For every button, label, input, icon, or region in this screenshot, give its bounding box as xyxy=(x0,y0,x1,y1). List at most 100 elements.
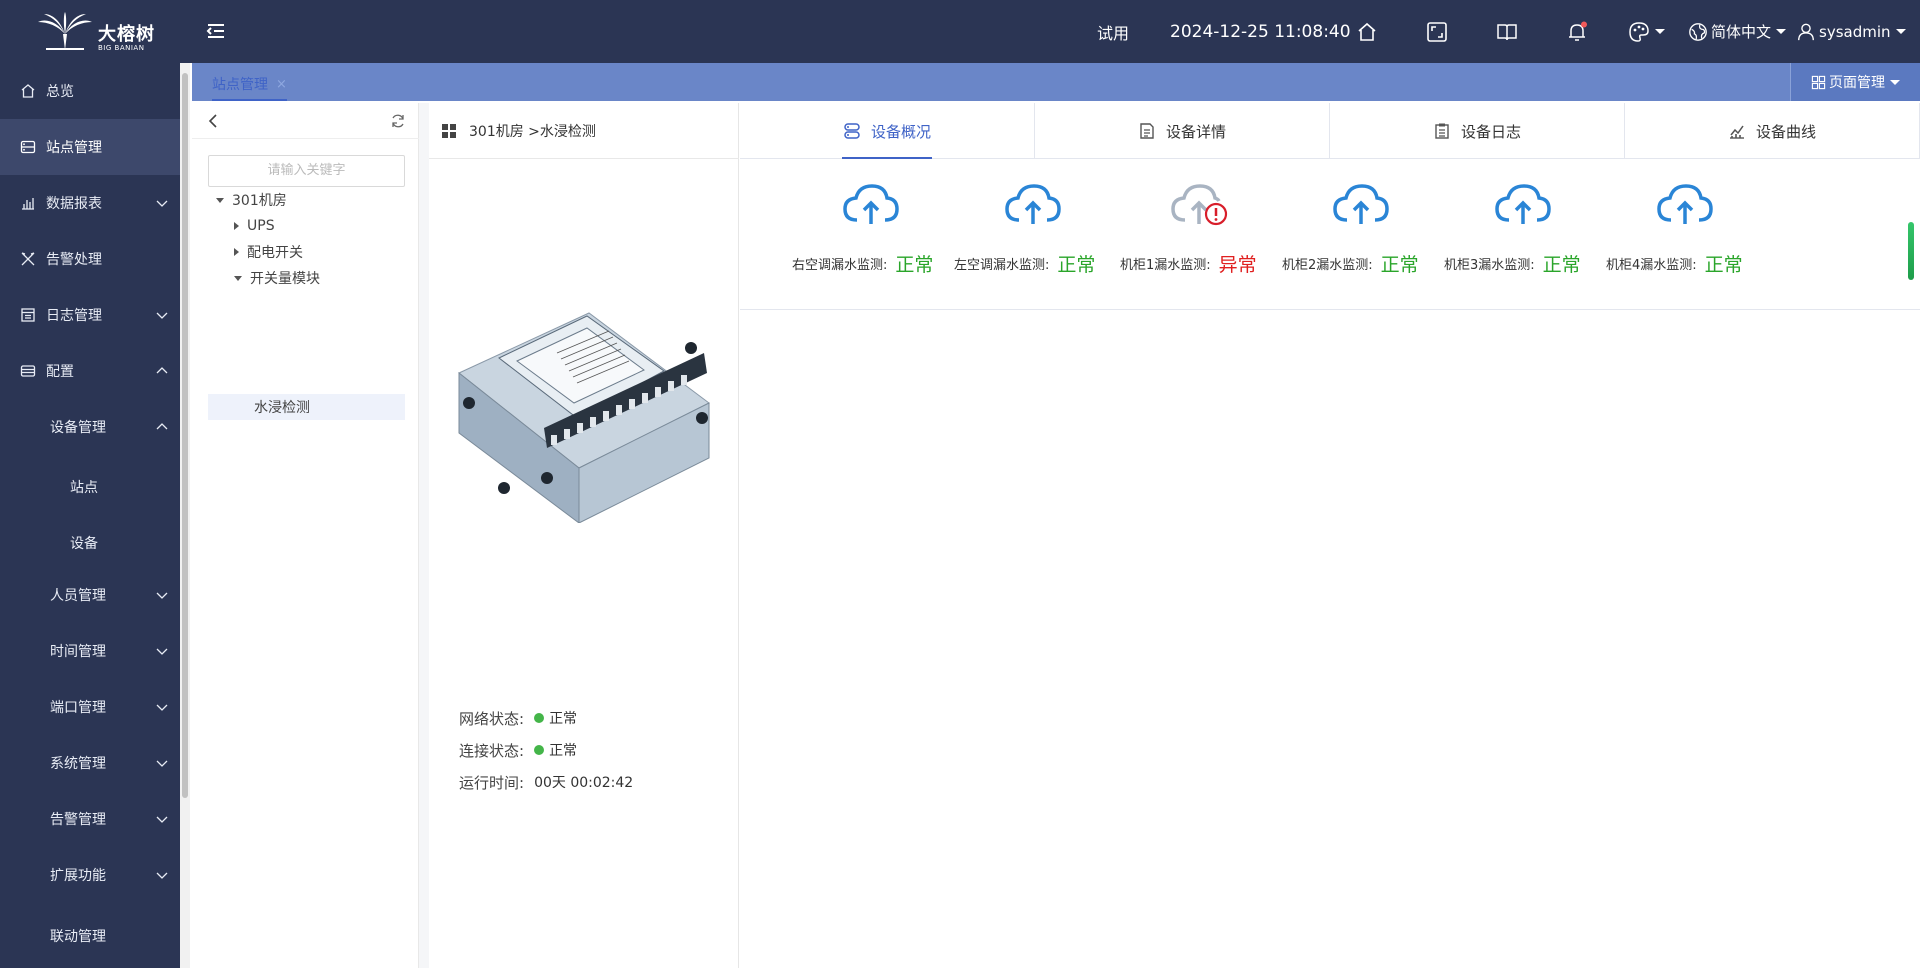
io-module-device-image xyxy=(458,312,710,523)
tree-header xyxy=(192,103,419,139)
theme-button[interactable] xyxy=(1628,0,1665,63)
chevron-down-icon xyxy=(156,760,168,767)
sensor-label: 左空调漏水监测: xyxy=(954,258,1050,273)
cloud-alert-icon xyxy=(1171,184,1228,226)
tab-device-log[interactable]: 设备日志 xyxy=(1330,103,1625,159)
uptime-label: 运行时间: xyxy=(459,773,525,792)
sidebar-item-label: 设备 xyxy=(70,536,98,552)
bell-icon xyxy=(1569,21,1587,41)
tab-device-curve[interactable]: 设备曲线 xyxy=(1625,103,1920,159)
caret-down-icon xyxy=(1776,29,1787,34)
sidebar-item-label: 系统管理 xyxy=(50,756,106,772)
username: sysadmin xyxy=(1819,22,1891,41)
sidebar-item-device-management[interactable]: 设备管理 xyxy=(0,399,180,455)
manual-button[interactable] xyxy=(1496,0,1518,63)
sensor-cabinet4-leak: 机柜4漏水监测: 正常 xyxy=(1606,182,1768,292)
sensor-cabinet2-leak: 机柜2漏水监测: 正常 xyxy=(1282,182,1444,292)
sidebar-item-reports[interactable]: 数据报表 xyxy=(0,175,180,231)
tree-node-ups[interactable]: UPS xyxy=(234,214,275,238)
chevron-down-icon xyxy=(156,872,168,879)
fullscreen-button[interactable] xyxy=(1426,0,1448,63)
sidebar-item-config[interactable]: 配置 xyxy=(0,343,180,399)
home-icon xyxy=(1358,22,1376,41)
caret-down-icon xyxy=(1895,29,1906,34)
tab-label: 设备概况 xyxy=(870,122,931,141)
grid-icon xyxy=(1811,75,1826,89)
trial-label: 试用 xyxy=(1097,23,1130,43)
tree-node-switch-module[interactable]: 开关量模块 xyxy=(234,266,320,290)
tab-device-overview[interactable]: 设备概况 xyxy=(740,103,1035,159)
tree-search-input[interactable]: 请输入关键字 xyxy=(208,155,405,187)
sensor-value: 正常 xyxy=(895,254,934,276)
caret-down-icon[interactable] xyxy=(234,275,242,281)
home-button[interactable] xyxy=(1356,0,1378,63)
sensor-value: 异常 xyxy=(1218,254,1257,276)
sidebar-scrollbar[interactable] xyxy=(180,63,190,968)
palm-logo-icon xyxy=(38,12,92,50)
sidebar: 总览 站点管理 数据报表 告警处理 日志管理 配置 设备管理 站点 设备 人员管… xyxy=(0,63,180,968)
top-bar: 大榕树 BIG BANIAN 试用 2024-12-25 11:08:40 简体… xyxy=(0,0,1920,63)
sensor-value: 正常 xyxy=(1704,254,1743,276)
sidebar-item-site-management[interactable]: 站点管理 xyxy=(0,119,180,175)
tab-site-management[interactable]: 站点管理 × xyxy=(212,69,287,101)
page-manage-button[interactable]: 页面管理 xyxy=(1790,63,1920,101)
sidebar-item-logs[interactable]: 日志管理 xyxy=(0,287,180,343)
caret-right-icon[interactable] xyxy=(234,222,239,230)
chevron-up-icon xyxy=(156,423,168,430)
scrollbar-thumb[interactable] xyxy=(182,73,188,798)
tree-node-water-detection[interactable]: 水浸检测 xyxy=(254,395,310,419)
sidebar-item-label: 扩展功能 xyxy=(50,868,106,884)
sidebar-item-system[interactable]: 系统管理 xyxy=(0,735,180,791)
content-scrollbar-thumb[interactable] xyxy=(1908,222,1914,280)
sidebar-item-label: 配置 xyxy=(46,364,74,380)
tab-label: 设备日志 xyxy=(1460,122,1521,141)
sidebar-item-alarm-handling[interactable]: 告警处理 xyxy=(0,231,180,287)
sensor-label: 机柜2漏水监测: xyxy=(1282,258,1373,273)
chevron-down-icon xyxy=(156,592,168,599)
server-icon xyxy=(20,140,36,154)
panel-divider xyxy=(419,103,429,968)
sidebar-item-device[interactable]: 设备 xyxy=(0,515,180,571)
tree-node-power-switch[interactable]: 配电开关 xyxy=(234,240,303,264)
brand-sub: BIG BANIAN xyxy=(98,44,145,52)
chevron-left-icon[interactable] xyxy=(206,113,220,129)
sidebar-item-label: 时间管理 xyxy=(50,644,106,660)
cloud-upload-icon xyxy=(1495,184,1551,224)
cloud-upload-icon xyxy=(843,184,899,224)
sidebar-item-personnel[interactable]: 人员管理 xyxy=(0,567,180,623)
tree-node-301-room[interactable]: 301机房 xyxy=(216,188,287,212)
device-info-panel: 301机房 >水浸检测 网络状态: 正常 连接状态: 正常 运行时间: 00天 … xyxy=(429,103,739,968)
breadcrumb: 301机房 >水浸检测 xyxy=(469,123,596,140)
sidebar-item-alarm-management[interactable]: 告警管理 xyxy=(0,791,180,847)
caret-down-icon[interactable] xyxy=(216,197,224,203)
bar-chart-icon xyxy=(22,198,34,210)
clipboard-icon xyxy=(1435,123,1449,139)
network-status-label: 网络状态: xyxy=(459,709,525,728)
sidebar-item-port[interactable]: 端口管理 xyxy=(0,679,180,735)
chevron-down-icon xyxy=(156,816,168,823)
sensor-value: 正常 xyxy=(1542,254,1581,276)
network-status: 网络状态: 正常 xyxy=(459,707,577,729)
user-menu[interactable]: sysadmin xyxy=(1796,0,1906,63)
chevron-down-icon xyxy=(156,648,168,655)
language-select[interactable]: 简体中文 xyxy=(1688,0,1787,63)
sidebar-item-label: 告警管理 xyxy=(50,812,106,828)
sidebar-item-site[interactable]: 站点 xyxy=(0,459,180,515)
datetime: 2024-12-25 11:08:40 xyxy=(1170,21,1351,42)
sidebar-item-extensions[interactable]: 扩展功能 xyxy=(0,847,180,903)
refresh-icon[interactable] xyxy=(390,113,406,129)
close-icon[interactable]: × xyxy=(276,77,287,92)
caret-right-icon[interactable] xyxy=(234,248,239,256)
sidebar-item-linkage[interactable]: 联动管理 xyxy=(0,908,180,964)
overview-icon xyxy=(844,123,860,139)
chevron-up-icon xyxy=(156,367,168,374)
chevron-down-icon xyxy=(156,704,168,711)
sidebar-item-overview[interactable]: 总览 xyxy=(0,63,180,119)
sensor-cabinet3-leak: 机柜3漏水监测: 正常 xyxy=(1444,182,1606,292)
tree-node-label: 水浸检测 xyxy=(254,400,310,416)
tab-device-details[interactable]: 设备详情 xyxy=(1035,103,1330,159)
device-breadcrumb-bar: 301机房 >水浸检测 xyxy=(429,103,739,159)
notification-button[interactable] xyxy=(1566,0,1588,63)
collapse-menu-icon[interactable] xyxy=(205,20,227,42)
sidebar-item-time[interactable]: 时间管理 xyxy=(0,623,180,679)
